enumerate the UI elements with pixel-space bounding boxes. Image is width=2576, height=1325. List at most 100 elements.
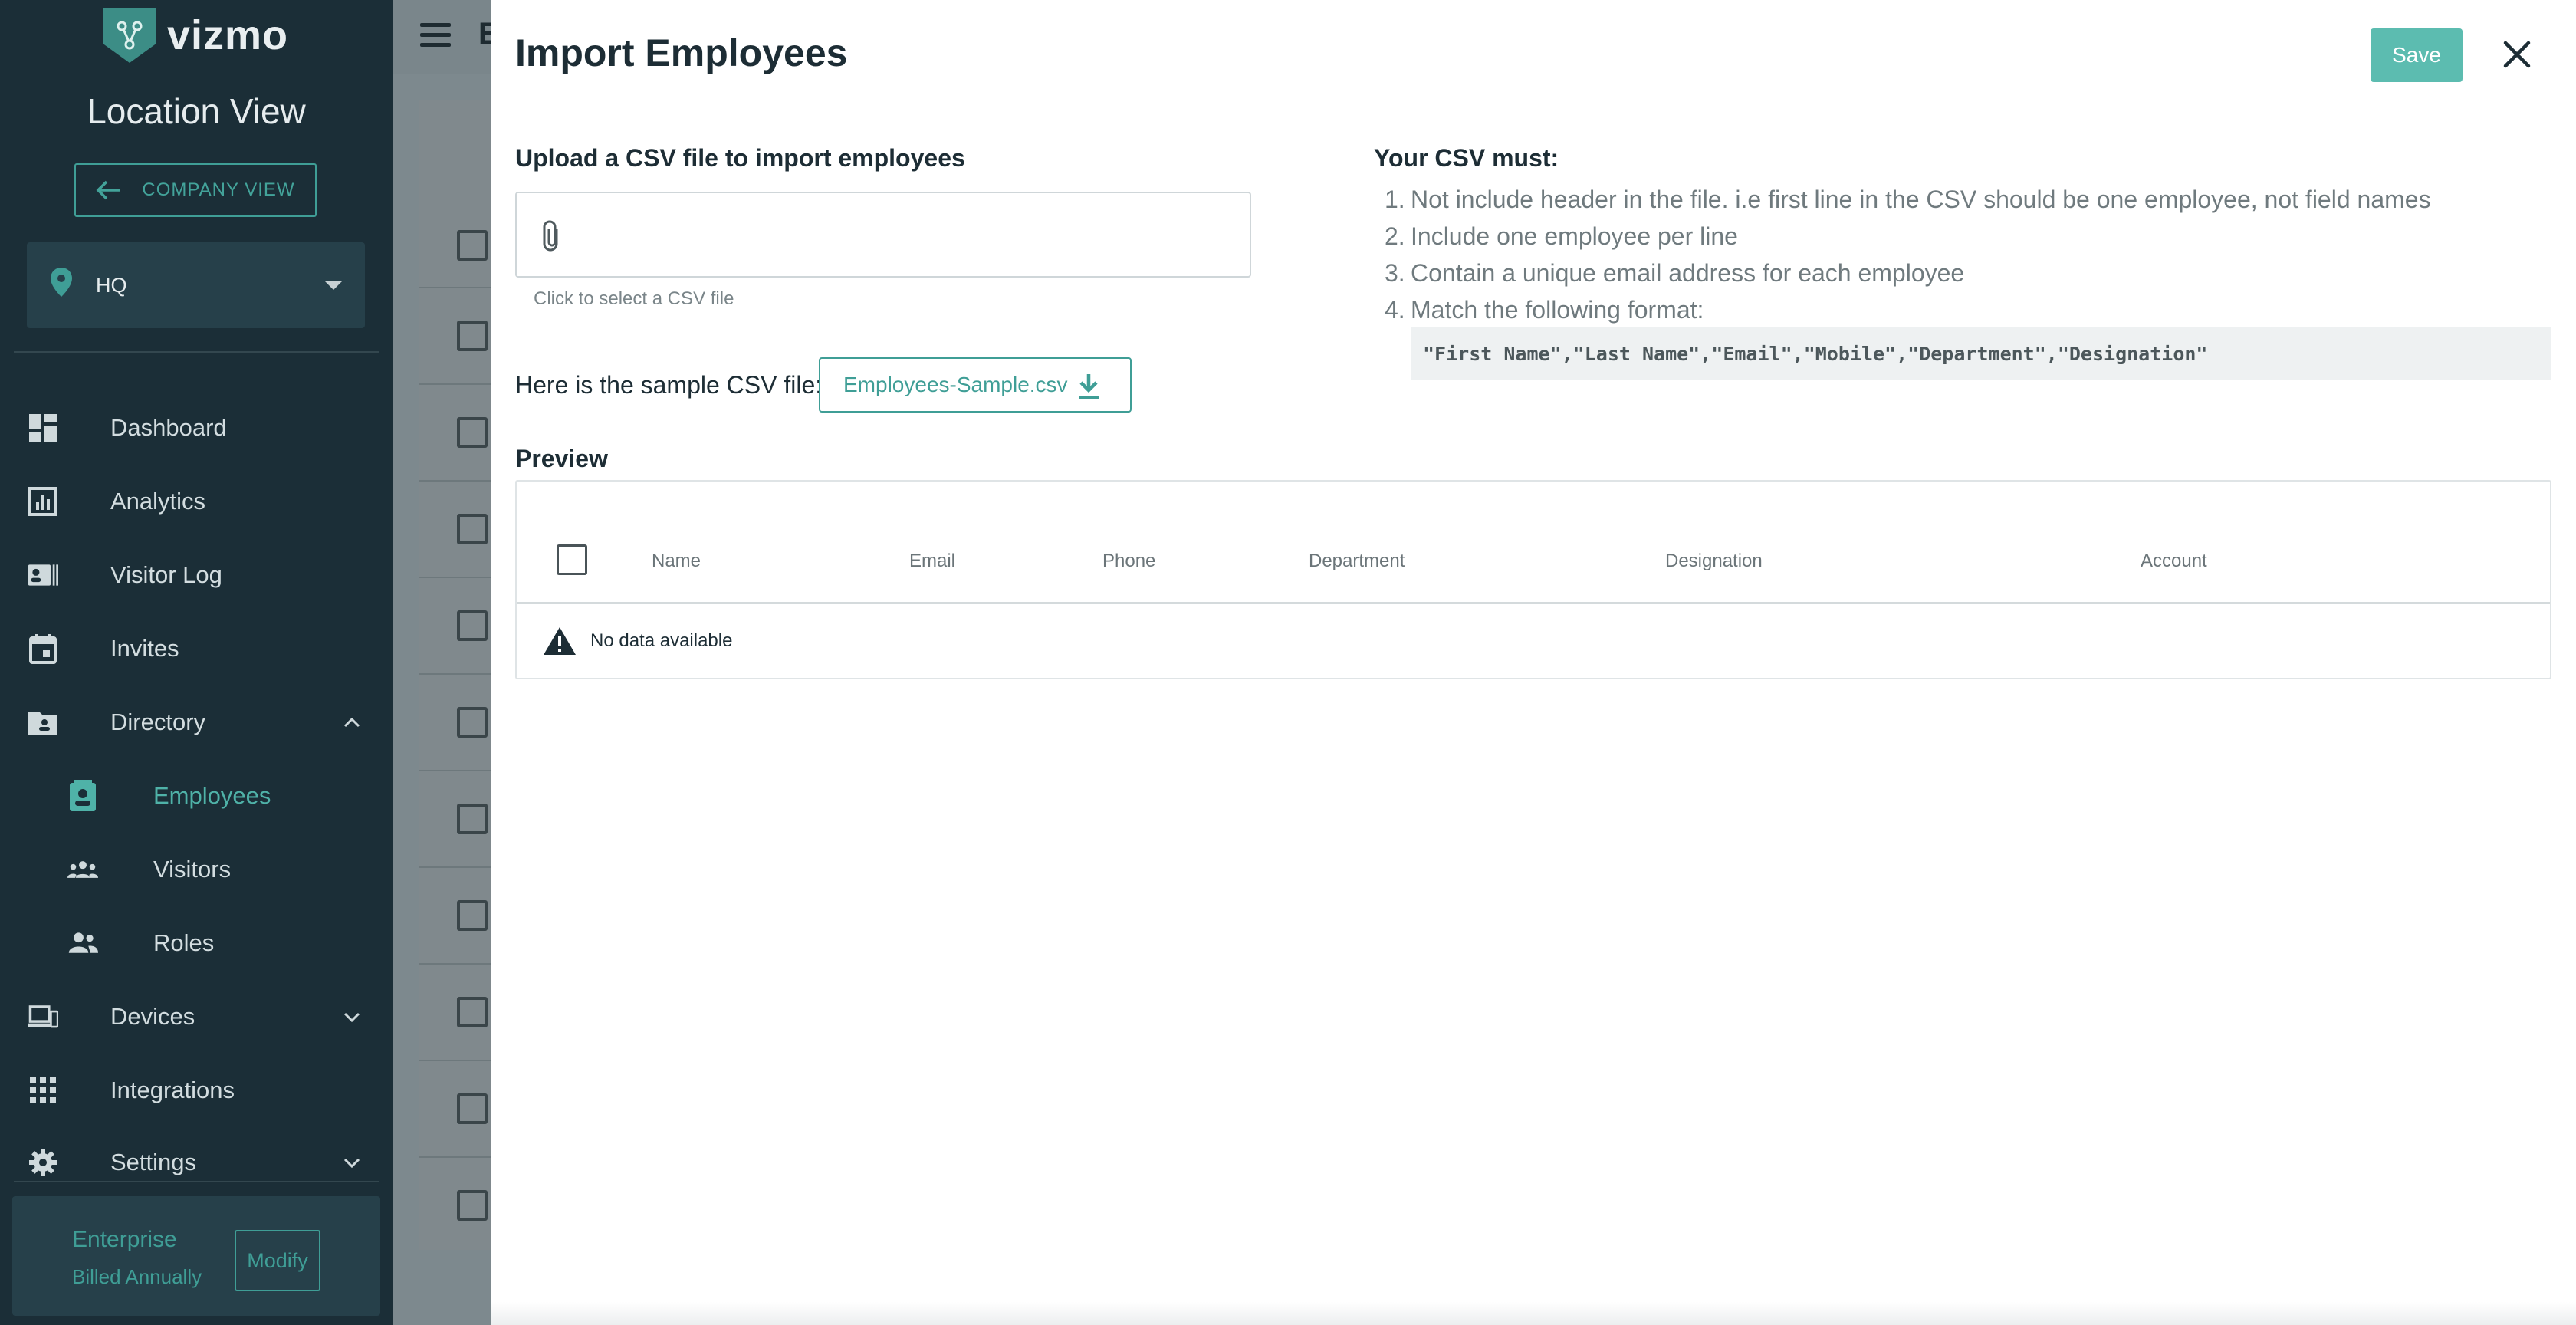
location-value: HQ (96, 273, 127, 297)
chevron-down-icon[interactable] (343, 1154, 360, 1171)
calendar-icon (28, 633, 58, 664)
close-icon[interactable] (2501, 38, 2533, 71)
background-row-checkbox (457, 900, 488, 931)
sidebar-item-label: Visitors (153, 856, 232, 883)
select-all-checkbox[interactable] (557, 544, 587, 575)
background-row-checkbox (457, 610, 488, 641)
background-row-checkbox (457, 804, 488, 834)
visitor-log-icon (28, 560, 58, 590)
paperclip-icon (543, 220, 558, 252)
chevron-up-icon[interactable] (343, 714, 360, 731)
upload-label: Upload a CSV file to import employees (515, 144, 965, 172)
brand-logo[interactable]: vizmo (103, 8, 288, 63)
sidebar-divider (14, 1181, 379, 1182)
apps-grid-icon (28, 1075, 58, 1106)
background-row-checkbox (457, 417, 488, 448)
background-row-checkbox (457, 321, 488, 351)
sidebar-item-dashboard[interactable]: Dashboard (0, 405, 393, 451)
list-item: 3. Contain a unique email address for eac… (1385, 259, 1965, 287)
save-button[interactable]: Save (2371, 28, 2463, 82)
sidebar-item-label: Analytics (110, 488, 206, 515)
empty-state: No data available (543, 626, 732, 656)
app-root: vizmo Location View COMPANY VIEW HQ Dash… (0, 0, 2576, 1325)
company-view-label: COMPANY VIEW (142, 179, 295, 200)
view-title: Location View (87, 91, 306, 131)
dashboard-icon (28, 413, 58, 443)
background-row-checkbox (457, 1093, 488, 1124)
csv-rules-list: 1. Not include header in the file. i.e fi… (1385, 181, 2431, 328)
company-view-button[interactable]: COMPANY VIEW (74, 163, 317, 217)
sidebar-item-label: Integrations (110, 1077, 235, 1103)
analytics-icon (28, 486, 58, 517)
sidebar-item-label: Roles (153, 929, 215, 956)
modify-plan-button[interactable]: Modify (235, 1230, 320, 1291)
sidebar-item-label: Visitor Log (110, 561, 222, 588)
caret-down-icon (325, 281, 342, 290)
location-select[interactable]: HQ (27, 242, 365, 328)
empty-state-text: No data available (590, 630, 733, 651)
column-header-designation[interactable]: Designation (1665, 551, 1763, 572)
csv-format-example: "First Name","Last Name","Email","Mobile… (1411, 327, 2551, 380)
table-header: Name Email Phone Department Designation … (517, 482, 2550, 604)
list-item: 4. Match the following format: (1385, 296, 1704, 324)
vizmo-logo-icon (103, 8, 156, 63)
gear-icon (28, 1147, 58, 1178)
sidebar-item-visitors[interactable]: Visitors (0, 847, 393, 893)
sidebar-item-label: Settings (110, 1149, 197, 1175)
folder-account-icon (28, 707, 58, 738)
csv-rules-title: Your CSV must: (1374, 144, 1559, 172)
sidebar-item-devices[interactable]: Devices (0, 994, 393, 1040)
sidebar-item-roles[interactable]: Roles (0, 920, 393, 966)
sidebar-item-settings[interactable]: Settings (0, 1139, 393, 1185)
sidebar-item-label: Invites (110, 635, 179, 662)
background-row-checkbox (457, 230, 488, 261)
chevron-down-icon[interactable] (343, 1008, 360, 1025)
sidebar-item-visitor-log[interactable]: Visitor Log (0, 552, 393, 598)
column-header-account[interactable]: Account (2141, 551, 2207, 572)
column-header-name[interactable]: Name (652, 551, 701, 572)
preview-table: Name Email Phone Department Designation … (515, 480, 2551, 679)
employee-badge-icon (67, 780, 98, 811)
column-header-email[interactable]: Email (909, 551, 955, 572)
sidebar-item-label: Dashboard (110, 414, 227, 441)
plan-name: Enterprise (72, 1227, 177, 1252)
import-employees-panel: Import Employees Save Upload a CSV file … (491, 0, 2576, 1325)
sidebar-item-label: Employees (153, 782, 271, 809)
sidebar-divider (14, 351, 379, 353)
sidebar-item-integrations[interactable]: Integrations (0, 1067, 393, 1113)
panel-title: Import Employees (515, 31, 848, 74)
preview-label: Preview (515, 445, 608, 472)
list-item: 1. Not include header in the file. i.e fi… (1385, 186, 2431, 213)
visitors-group-icon (67, 854, 98, 885)
upload-hint: Click to select a CSV file (534, 288, 734, 309)
background-row-checkbox (457, 1190, 488, 1221)
sidebar-item-analytics[interactable]: Analytics (0, 478, 393, 524)
column-header-phone[interactable]: Phone (1102, 551, 1155, 572)
sidebar-item-directory[interactable]: Directory (0, 699, 393, 745)
sidebar-item-invites[interactable]: Invites (0, 626, 393, 672)
background-row-checkbox (457, 997, 488, 1027)
download-icon (1079, 374, 1099, 399)
sample-label: Here is the sample CSV file: (515, 371, 823, 399)
menu-icon[interactable] (420, 23, 451, 48)
column-header-department[interactable]: Department (1309, 551, 1405, 572)
sidebar-item-employees[interactable]: Employees (0, 773, 393, 819)
plan-box: Enterprise Billed Annually Modify (12, 1196, 380, 1316)
roles-people-icon (67, 928, 98, 958)
background-row-checkbox (457, 514, 488, 544)
sidebar: vizmo Location View COMPANY VIEW HQ Dash… (0, 0, 393, 1325)
csv-file-input[interactable] (515, 192, 1251, 278)
download-sample-button[interactable]: Employees-Sample.csv (819, 357, 1132, 413)
list-item: 2. Include one employee per line (1385, 222, 1738, 250)
arrow-left-icon (96, 180, 121, 200)
sample-file-name: Employees-Sample.csv (843, 373, 1068, 396)
brand-name: vizmo (167, 12, 289, 58)
devices-icon (28, 1001, 58, 1032)
panel-bottom-shade (491, 1302, 2576, 1325)
background-row-checkbox (457, 707, 488, 738)
warning-icon (544, 627, 576, 655)
sidebar-item-label: Devices (110, 1003, 196, 1030)
location-pin-icon (50, 267, 73, 304)
sidebar-item-label: Directory (110, 709, 206, 735)
plan-billing: Billed Annually (72, 1265, 202, 1288)
